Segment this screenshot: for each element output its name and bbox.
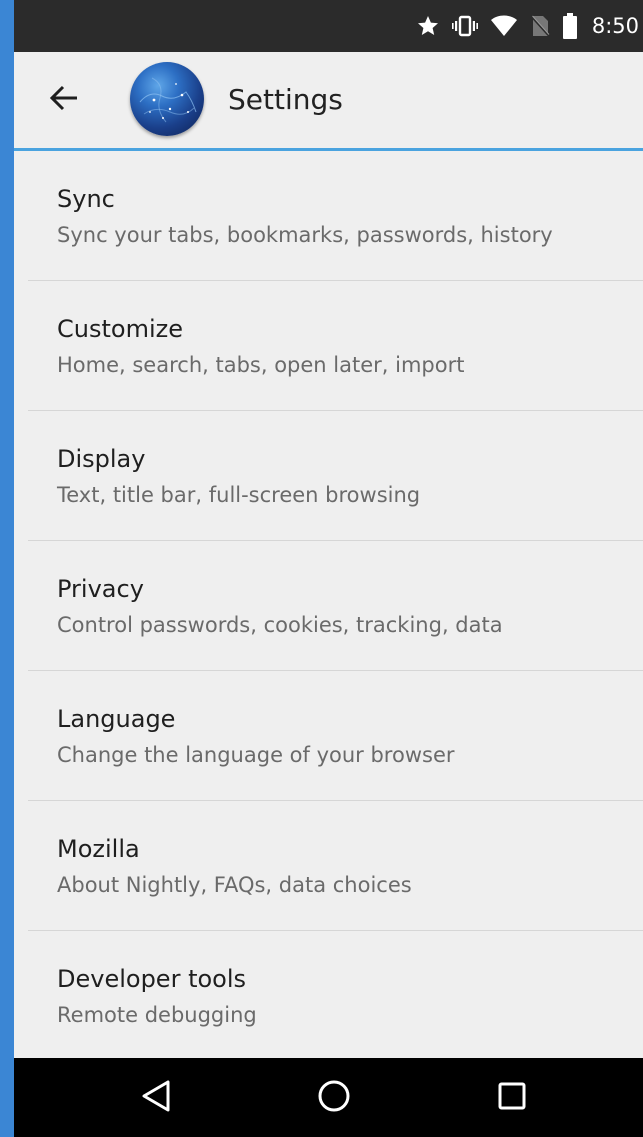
settings-item-developer-tools[interactable]: Developer tools Remote debugging [14,931,643,1061]
settings-item-summary: Home, search, tabs, open later, import [57,353,465,377]
arrow-left-icon [48,82,80,118]
no-sim-icon [530,14,550,38]
settings-item-title: Privacy [57,575,144,603]
status-icons: 8:50 [416,0,639,52]
settings-item-title: Developer tools [57,965,247,993]
settings-item-title: Sync [57,185,115,213]
status-time: 8:50 [591,14,639,38]
app-window: 8:50 Settings Sync Sync your tabs, bookm… [14,0,643,1137]
home-circle-icon [317,1079,351,1117]
settings-item-display[interactable]: Display Text, title bar, full-screen bro… [14,411,643,541]
back-triangle-icon [140,1079,172,1117]
system-nav-bar [14,1058,643,1137]
settings-item-customize[interactable]: Customize Home, search, tabs, open later… [14,281,643,411]
battery-icon [562,13,578,39]
settings-item-summary: Remote debugging [57,1003,257,1027]
vibrate-icon [451,14,478,38]
nav-recents-button[interactable] [490,1076,534,1120]
settings-item-title: Language [57,705,176,733]
settings-item-summary: Sync your tabs, bookmarks, passwords, hi… [57,223,553,247]
settings-item-language[interactable]: Language Change the language of your bro… [14,671,643,801]
settings-item-title: Display [57,445,146,473]
settings-item-title: Customize [57,315,183,343]
toolbar: Settings [14,52,643,151]
nav-home-button[interactable] [312,1076,356,1120]
settings-item-title: Mozilla [57,835,140,863]
settings-item-summary: Text, title bar, full-screen browsing [57,483,421,507]
star-icon [416,14,440,38]
recents-square-icon [497,1081,527,1115]
page-title: Settings [228,83,343,116]
settings-item-summary: About Nightly, FAQs, data choices [57,873,412,897]
wifi-icon [490,14,518,38]
settings-item-privacy[interactable]: Privacy Control passwords, cookies, trac… [14,541,643,671]
status-bar: 8:50 [14,0,643,52]
settings-list: Sync Sync your tabs, bookmarks, password… [14,151,643,1061]
nav-back-button[interactable] [134,1076,178,1120]
nightly-globe-logo [130,62,204,136]
back-button[interactable] [44,80,84,120]
settings-item-sync[interactable]: Sync Sync your tabs, bookmarks, password… [14,151,643,281]
settings-item-summary: Change the language of your browser [57,743,455,767]
settings-item-mozilla[interactable]: Mozilla About Nightly, FAQs, data choice… [14,801,643,931]
settings-item-summary: Control passwords, cookies, tracking, da… [57,613,503,637]
